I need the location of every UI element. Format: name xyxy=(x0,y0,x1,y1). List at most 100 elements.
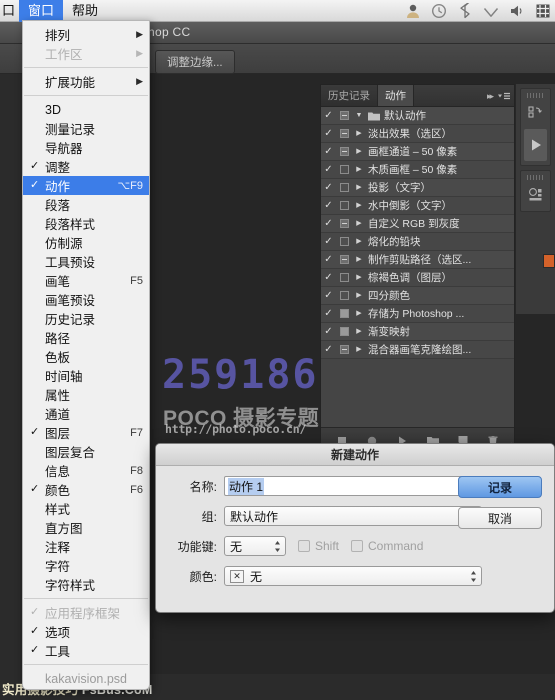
row-toggle-check[interactable]: ✓ xyxy=(321,251,336,269)
menu-item-styles[interactable]: 样式 xyxy=(23,499,149,518)
menu-item-history[interactable]: 历史记录 xyxy=(23,309,149,328)
table-row[interactable]: ✓ ▶ 画框通道 – 50 像素 xyxy=(321,143,514,161)
menu-item-tool-presets[interactable]: 工具预设 xyxy=(23,252,149,271)
time-machine-icon[interactable] xyxy=(431,3,447,19)
input-method-icon[interactable] xyxy=(535,3,551,19)
set-select[interactable]: 默认动作 xyxy=(224,506,482,526)
dock-grip[interactable] xyxy=(527,175,544,180)
panel-menu-icon[interactable] xyxy=(497,91,511,101)
function-key-select[interactable]: 无 xyxy=(224,536,286,556)
menu-item-brush-presets[interactable]: 画笔预设 xyxy=(23,290,149,309)
menu-item-clone-source[interactable]: 仿制源 xyxy=(23,233,149,252)
row-expand-arrow-right-icon[interactable]: ▶ xyxy=(352,125,366,143)
row-expand-arrow-right-icon[interactable]: ▶ xyxy=(352,251,366,269)
table-row[interactable]: ✓ ▶ 混合器画笔克隆绘图... xyxy=(321,341,514,359)
menu-item-measurement-log[interactable]: 测量记录 xyxy=(23,119,149,138)
table-row[interactable]: ✓ ▶ 制作剪贴路径（选区... xyxy=(321,251,514,269)
chevron-updown-icon[interactable] xyxy=(273,539,282,554)
menu-item-swatches[interactable]: 色板 xyxy=(23,347,149,366)
row-toggle-check[interactable]: ✓ xyxy=(321,107,336,125)
row-toggle-check[interactable]: ✓ xyxy=(321,341,336,359)
tab-history[interactable]: 历史记录 xyxy=(321,85,378,106)
row-dialog-toggle[interactable] xyxy=(336,255,352,264)
row-toggle-check[interactable]: ✓ xyxy=(321,323,336,341)
row-toggle-check[interactable]: ✓ xyxy=(321,269,336,287)
menu-item-arrange[interactable]: 排列 ▶ xyxy=(23,25,149,44)
table-row[interactable]: ✓ ▼ 默认动作 xyxy=(321,107,514,125)
dock-grip[interactable] xyxy=(527,93,544,98)
foreground-swatch[interactable] xyxy=(543,254,555,268)
row-toggle-check[interactable]: ✓ xyxy=(321,197,336,215)
menu-item-paragraph-styles[interactable]: 段落样式 xyxy=(23,214,149,233)
menu-item-layer-comps[interactable]: 图层复合 xyxy=(23,442,149,461)
wifi-icon[interactable] xyxy=(483,3,499,19)
table-row[interactable]: ✓ ▶ 木质画框 – 50 像素 xyxy=(321,161,514,179)
menu-item-histogram[interactable]: 直方图 xyxy=(23,518,149,537)
table-row[interactable]: ✓ ▶ 水中倒影（文字） xyxy=(321,197,514,215)
row-dialog-toggle[interactable] xyxy=(336,237,352,246)
row-toggle-check[interactable]: ✓ xyxy=(321,287,336,305)
row-dialog-toggle[interactable] xyxy=(336,327,352,336)
row-toggle-check[interactable]: ✓ xyxy=(321,125,336,143)
row-expand-arrow-right-icon[interactable]: ▶ xyxy=(352,341,366,359)
row-toggle-check[interactable]: ✓ xyxy=(321,143,336,161)
row-toggle-check[interactable]: ✓ xyxy=(321,161,336,179)
row-expand-arrow-right-icon[interactable]: ▶ xyxy=(352,161,366,179)
bluetooth-icon[interactable] xyxy=(457,3,473,19)
menu-item-character[interactable]: 字符 xyxy=(23,556,149,575)
row-expand-arrow-right-icon[interactable]: ▶ xyxy=(352,269,366,287)
menu-item-actions[interactable]: ✓ 动作 ⌥F9 xyxy=(23,176,149,195)
table-row[interactable]: ✓ ▶ 存储为 Photoshop ... xyxy=(321,305,514,323)
menu-item-tools[interactable]: ✓ 工具 xyxy=(23,641,149,660)
row-dialog-toggle[interactable] xyxy=(336,147,352,156)
chevron-updown-icon[interactable] xyxy=(469,569,478,584)
table-row[interactable]: ✓ ▶ 熔化的铅块 xyxy=(321,233,514,251)
row-dialog-toggle[interactable] xyxy=(336,291,352,300)
row-expand-arrow-right-icon[interactable]: ▶ xyxy=(352,215,366,233)
row-toggle-check[interactable]: ✓ xyxy=(321,305,336,323)
tab-actions[interactable]: 动作 xyxy=(378,85,414,106)
row-expand-arrow-right-icon[interactable]: ▶ xyxy=(352,179,366,197)
collapse-chevrons-icon[interactable]: ▸▸ xyxy=(487,91,492,102)
row-toggle-check[interactable]: ✓ xyxy=(321,179,336,197)
menu-item-timeline[interactable]: 时间轴 xyxy=(23,366,149,385)
menu-item-paths[interactable]: 路径 xyxy=(23,328,149,347)
command-checkbox[interactable] xyxy=(351,540,363,552)
row-dialog-toggle[interactable] xyxy=(336,111,352,120)
row-expand-arrow-right-icon[interactable]: ▶ xyxy=(352,323,366,341)
row-dialog-toggle[interactable] xyxy=(336,129,352,138)
3d-panel-icon[interactable] xyxy=(521,181,550,209)
row-toggle-check[interactable]: ✓ xyxy=(321,233,336,251)
shift-checkbox[interactable] xyxy=(298,540,310,552)
row-dialog-toggle[interactable] xyxy=(336,183,352,192)
menu-item-channels[interactable]: 通道 xyxy=(23,404,149,423)
table-row[interactable]: ✓ ▶ 棕褐色调（图层） xyxy=(321,269,514,287)
row-dialog-toggle[interactable] xyxy=(336,165,352,174)
menu-item-options[interactable]: ✓ 选项 xyxy=(23,622,149,641)
menu-item-brush[interactable]: 画笔 F5 xyxy=(23,271,149,290)
table-row[interactable]: ✓ ▶ 自定义 RGB 到灰度 xyxy=(321,215,514,233)
menu-item-info[interactable]: 信息 F8 xyxy=(23,461,149,480)
menu-item-character-styles[interactable]: 字符样式 xyxy=(23,575,149,594)
table-row[interactable]: ✓ ▶ 渐变映射 xyxy=(321,323,514,341)
menu-item-color[interactable]: ✓ 颜色 F6 xyxy=(23,480,149,499)
table-row[interactable]: ✓ ▶ 淡出效果（选区） xyxy=(321,125,514,143)
history-brush-icon[interactable] xyxy=(521,99,550,127)
record-button[interactable]: 记录 xyxy=(458,476,542,498)
menu-item-help[interactable]: 帮助 xyxy=(63,0,107,22)
color-select[interactable]: ✕ 无 xyxy=(224,566,482,586)
row-dialog-toggle[interactable] xyxy=(336,273,352,282)
row-expand-arrow-right-icon[interactable]: ▶ xyxy=(352,197,366,215)
table-row[interactable]: ✓ ▶ 投影（文字） xyxy=(321,179,514,197)
row-dialog-toggle[interactable] xyxy=(336,219,352,228)
row-expand-arrow-right-icon[interactable]: ▶ xyxy=(352,233,366,251)
menu-item-navigator[interactable]: 导航器 xyxy=(23,138,149,157)
row-expand-arrow-right-icon[interactable]: ▶ xyxy=(352,143,366,161)
row-expand-arrow-right-icon[interactable]: ▶ xyxy=(352,305,366,323)
name-input[interactable]: 动作 1 xyxy=(224,476,482,496)
menu-item-properties[interactable]: 属性 xyxy=(23,385,149,404)
row-dialog-toggle[interactable] xyxy=(336,201,352,210)
menu-item-paragraph[interactable]: 段落 xyxy=(23,195,149,214)
row-dialog-toggle[interactable] xyxy=(336,309,352,318)
volume-icon[interactable] xyxy=(509,3,525,19)
